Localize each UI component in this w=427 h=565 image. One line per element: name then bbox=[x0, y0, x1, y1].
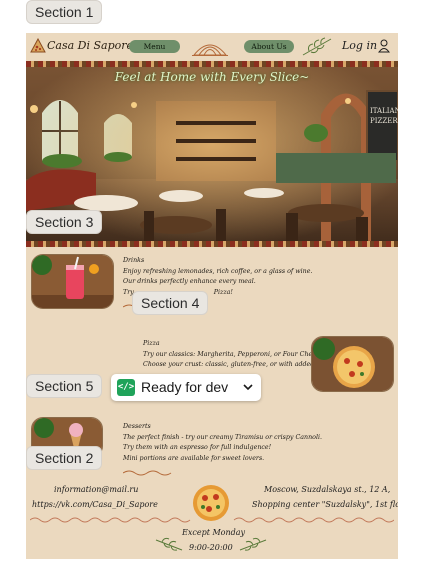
about-us-button[interactable]: About Us bbox=[244, 40, 294, 53]
drinks-line-1: Enjoy refreshing lemonades, rich coffee,… bbox=[123, 267, 313, 275]
footer-shopping-center: Shopping center "Suzdalsky", 1st floor. bbox=[252, 500, 398, 509]
pizza-logo-icon bbox=[30, 38, 46, 53]
footer-address: Moscow, Suzdalskaya st., 12 A, bbox=[264, 485, 391, 494]
hero-top-border bbox=[26, 61, 398, 67]
drinks-title: Drinks bbox=[123, 257, 145, 264]
footer-swirl-border bbox=[30, 517, 394, 523]
footer-email[interactable]: information@mail.ru bbox=[54, 485, 138, 494]
ready-for-dev-label: Ready for dev bbox=[141, 379, 229, 395]
section-5-tag[interactable]: Section 5 bbox=[26, 374, 103, 398]
svg-text:ITALIAN: ITALIAN bbox=[370, 107, 398, 115]
chevron-down-icon[interactable] bbox=[243, 383, 253, 391]
footer-vk-link[interactable]: https://vk.com/Casa_Di_Sapore bbox=[32, 500, 158, 509]
leaf-sprig-left-icon bbox=[155, 537, 183, 551]
desserts-line-3: Mini portions are available for sweet lo… bbox=[123, 454, 265, 462]
ready-for-dev-dropdown[interactable]: </> Ready for dev bbox=[111, 374, 261, 401]
hero-bottom-border bbox=[26, 241, 398, 247]
menu-button[interactable]: Menu bbox=[129, 40, 180, 53]
desserts-title: Desserts bbox=[123, 423, 151, 430]
footer-days: Except Monday bbox=[182, 528, 246, 537]
footer-hours: 9:00-20:00 bbox=[189, 543, 233, 552]
drinks-image bbox=[31, 254, 114, 309]
section-1-tag[interactable]: Section 1 bbox=[26, 0, 103, 24]
pizza-image bbox=[311, 336, 394, 392]
ornament-icon bbox=[192, 44, 228, 56]
page-frame: Casa Di Sapore Menu About Us Log in ITAL… bbox=[26, 33, 398, 559]
section-2-tag[interactable]: Section 2 bbox=[26, 446, 103, 470]
drinks-line-3-end: Pizza! bbox=[213, 288, 233, 296]
leaf-sprig-right-icon bbox=[239, 537, 267, 551]
svg-text:PIZZERIA: PIZZERIA bbox=[370, 117, 398, 125]
section-3-tag[interactable]: Section 3 bbox=[26, 210, 103, 234]
code-icon: </> bbox=[117, 379, 135, 396]
desserts-swirl-divider bbox=[123, 470, 172, 476]
desserts-line-2: Try them with an espresso for full indul… bbox=[123, 444, 272, 451]
login-link[interactable]: Log in bbox=[342, 39, 377, 52]
site-footer: information@mail.ru https://vk.com/Casa_… bbox=[26, 478, 398, 559]
drinks-line-2: Our drinks perfectly enhance every meal. bbox=[123, 278, 256, 285]
section-4-tag[interactable]: Section 4 bbox=[132, 291, 209, 315]
hero-title: Feel at Home with Every Slice~ bbox=[114, 70, 310, 84]
leaf-sprig-icon bbox=[302, 37, 332, 56]
site-header: Casa Di Sapore Menu About Us Log in bbox=[26, 33, 398, 61]
desserts-text: Desserts The perfect finish - try our cr… bbox=[123, 422, 393, 464]
user-icon[interactable] bbox=[378, 39, 390, 53]
desserts-line-1: The perfect finish - try our creamy Tira… bbox=[123, 433, 322, 441]
brand-name[interactable]: Casa Di Sapore bbox=[47, 39, 133, 52]
